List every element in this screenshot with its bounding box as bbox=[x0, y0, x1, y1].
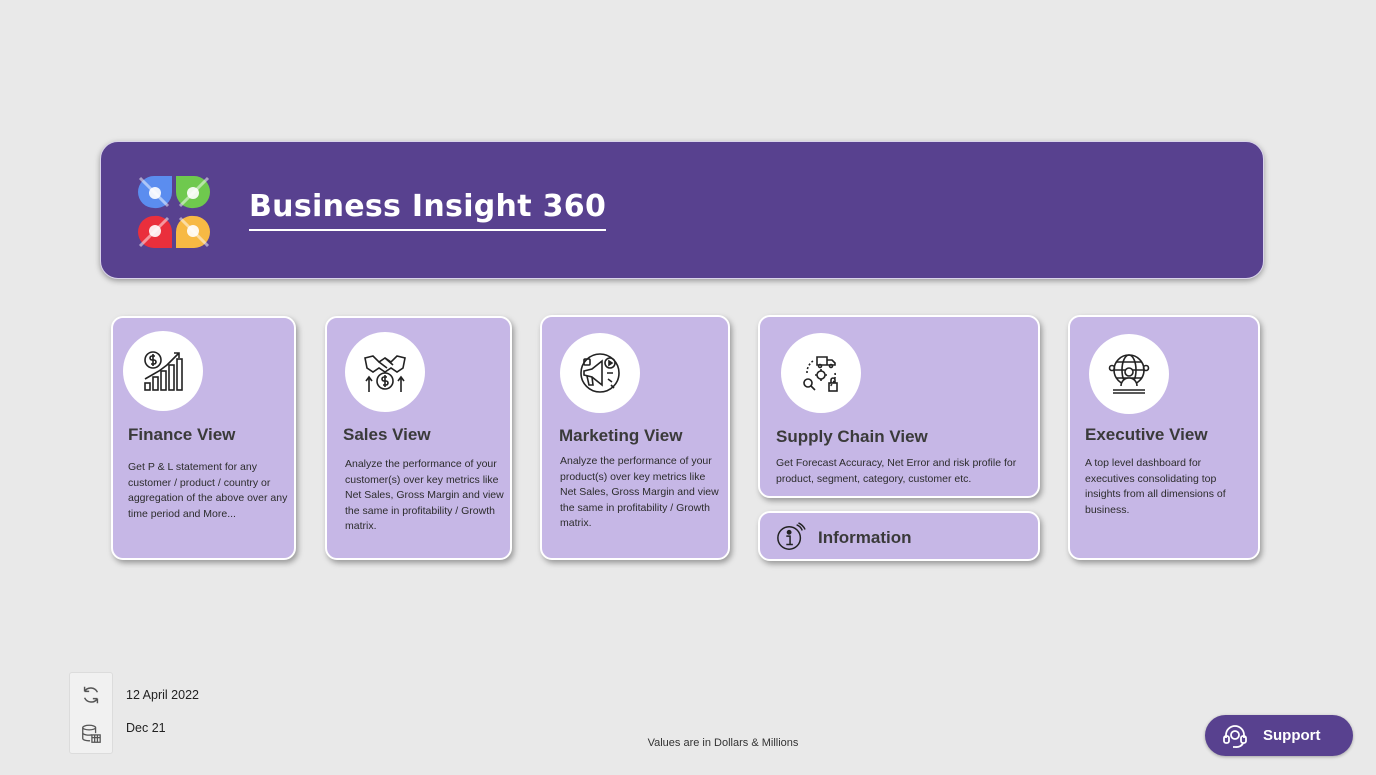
information-button[interactable]: Information bbox=[758, 511, 1040, 561]
finance-chart-icon bbox=[144, 351, 183, 391]
sales-view-card[interactable]: Sales View Analyze the performance of yo… bbox=[325, 316, 512, 560]
marketing-view-card[interactable]: Marketing View Analyze the performance o… bbox=[540, 315, 730, 560]
support-label: Support bbox=[1263, 727, 1321, 744]
sales-view-description: Analyze the performance of your customer… bbox=[345, 458, 504, 532]
info-icon bbox=[777, 522, 806, 550]
executive-view-description: A top level dashboard for executives con… bbox=[1085, 457, 1226, 516]
executive-globe-icon bbox=[1108, 354, 1150, 394]
megaphone-icon bbox=[580, 353, 620, 393]
information-label: Information bbox=[818, 528, 912, 547]
supply-chain-view-description: Get Forecast Accuracy, Net Error and ris… bbox=[776, 457, 1017, 485]
support-button[interactable]: Support bbox=[1205, 715, 1353, 756]
refresh-icon bbox=[83, 686, 99, 704]
supply-chain-view-card[interactable]: Supply Chain View Get Forecast Accuracy,… bbox=[758, 315, 1040, 498]
finance-view-description: Get P & L statement for any customer / p… bbox=[128, 461, 288, 520]
marketing-view-description: Analyze the performance of your product(… bbox=[560, 455, 719, 529]
sales-view-title: Sales View bbox=[343, 425, 431, 444]
app-logo-icon bbox=[138, 176, 210, 248]
app-title[interactable]: Business Insight 360 bbox=[249, 188, 607, 231]
marketing-view-title: Marketing View bbox=[559, 426, 683, 445]
marketing-icon-circle bbox=[560, 333, 640, 413]
supply-chain-icon-circle bbox=[781, 333, 861, 413]
executive-icon-circle bbox=[1089, 334, 1169, 414]
finance-view-title: Finance View bbox=[128, 425, 236, 444]
handshake-icon bbox=[364, 355, 406, 392]
supply-chain-view-title: Supply Chain View bbox=[776, 427, 928, 446]
header-banner: Business Insight 360 bbox=[100, 141, 1264, 279]
sales-icon-circle bbox=[345, 332, 425, 412]
refresh-date: 12 April 2022 bbox=[126, 688, 199, 702]
executive-view-title: Executive View bbox=[1085, 425, 1208, 444]
finance-view-card[interactable]: Finance View Get P & L statement for any… bbox=[111, 316, 296, 560]
data-period: Dec 21 bbox=[126, 721, 166, 735]
headset-icon bbox=[1223, 725, 1247, 748]
finance-icon-circle bbox=[123, 331, 203, 411]
supply-chain-icon bbox=[803, 356, 838, 392]
executive-view-card[interactable]: Executive View A top level dashboard for… bbox=[1068, 315, 1260, 560]
currency-note: Values are in Dollars & Millions bbox=[647, 737, 799, 749]
